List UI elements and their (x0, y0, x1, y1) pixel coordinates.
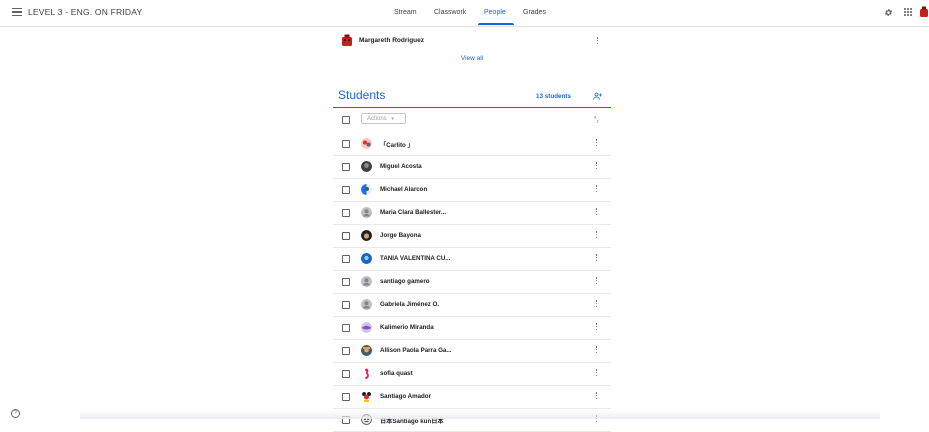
more-options-icon[interactable] (595, 208, 598, 217)
student-name: santiago gamero (380, 278, 430, 285)
student-avatar (361, 207, 372, 218)
gear-icon[interactable] (884, 8, 893, 17)
student-name: Michael Alarcon (380, 186, 428, 193)
student-list: 「Carlito 」 Miguel Acosta Michael Alarcon… (333, 133, 611, 432)
student-avatar (361, 322, 372, 333)
student-avatar (361, 345, 372, 356)
tab-classwork[interactable]: Classwork (434, 9, 466, 16)
student-row[interactable]: Michael Alarcon (333, 179, 611, 202)
student-row[interactable]: Kalimerio Miranda (333, 317, 611, 340)
more-options-icon[interactable] (595, 346, 598, 355)
student-checkbox[interactable] (342, 140, 350, 148)
more-options-icon[interactable] (595, 300, 598, 309)
help-icon[interactable]: ? (11, 409, 20, 418)
more-options-icon[interactable] (595, 162, 598, 171)
student-row[interactable]: TANIA VALENTINA CU... (333, 248, 611, 271)
student-checkbox[interactable] (342, 232, 350, 240)
student-avatar (362, 392, 371, 402)
student-checkbox[interactable] (342, 324, 350, 332)
actions-label: Actions (367, 116, 387, 122)
view-all-link[interactable]: View all (333, 55, 611, 62)
student-name: TANIA VALENTINA CU... (380, 255, 451, 262)
student-row[interactable]: santiago gamero (333, 271, 611, 294)
more-options-icon[interactable] (595, 139, 598, 148)
student-name: Allison Paola Parra Ga... (380, 347, 452, 354)
student-avatar (365, 368, 369, 379)
student-checkbox[interactable] (342, 347, 350, 355)
student-name: sofia quast (380, 370, 413, 377)
more-options-icon[interactable] (595, 392, 598, 401)
svg-text:Z: Z (597, 120, 600, 124)
student-name: 「Carlito 」 (380, 142, 414, 149)
tab-stream[interactable]: Stream (394, 9, 417, 16)
student-checkbox[interactable] (342, 370, 350, 378)
class-tabs: Stream Classwork People Grades (0, 0, 929, 26)
student-checkbox[interactable] (342, 278, 350, 286)
student-row[interactable]: Jorge Bayona (333, 225, 611, 248)
student-checkbox[interactable] (342, 163, 350, 171)
bottom-scroll-shadow (80, 410, 880, 419)
student-name: Kalimerio Miranda (380, 324, 434, 331)
more-options-icon[interactable] (595, 231, 598, 240)
more-options-icon[interactable] (595, 254, 598, 263)
student-avatar (361, 299, 372, 310)
students-heading: Students (338, 88, 386, 102)
student-checkbox[interactable] (342, 186, 350, 194)
invite-students-icon[interactable] (593, 92, 602, 100)
student-row[interactable]: Miguel Acosta (333, 156, 611, 179)
actions-toolbar: Actions ▾ A Z (333, 110, 611, 130)
student-count: 13 students (536, 93, 571, 100)
student-name: Jorge Bayona (380, 232, 421, 239)
tab-people[interactable]: People (484, 9, 506, 16)
teacher-row: Margareth Rodriguez (333, 30, 611, 52)
tab-grades[interactable]: Grades (523, 9, 546, 16)
teacher-name: Margareth Rodriguez (359, 37, 425, 44)
student-name: Maria Clara Ballester... (380, 209, 447, 216)
student-avatar (361, 138, 372, 149)
student-avatar (361, 253, 372, 264)
student-name: Santiago Amador (380, 393, 431, 400)
student-row[interactable]: Gabriela Jiménez O. (333, 294, 611, 317)
select-all-checkbox[interactable] (342, 116, 350, 124)
red-robot-avatar (342, 34, 352, 46)
top-app-bar: LEVEL 3 - ENG. ON FRIDAY Stream Classwor… (0, 0, 929, 27)
account-avatar-icon[interactable] (919, 6, 929, 18)
more-options-icon[interactable] (595, 277, 598, 286)
apps-grid-icon[interactable] (904, 8, 912, 16)
student-avatar (361, 276, 372, 287)
active-tab-indicator (478, 23, 514, 25)
more-options-icon[interactable] (595, 369, 598, 378)
student-row[interactable]: Allison Paola Parra Ga... (333, 340, 611, 363)
student-name: Gabriela Jiménez O. (380, 301, 440, 308)
student-checkbox[interactable] (342, 209, 350, 217)
student-avatar (361, 161, 372, 172)
actions-dropdown[interactable]: Actions ▾ (361, 113, 406, 124)
student-name: Miguel Acosta (380, 163, 422, 170)
dropdown-arrow-icon: ▾ (391, 116, 394, 122)
svg-text:A: A (594, 116, 597, 120)
student-avatar (361, 184, 372, 195)
student-checkbox[interactable] (342, 393, 350, 401)
more-options-icon[interactable] (595, 185, 598, 194)
student-checkbox[interactable] (342, 301, 350, 309)
students-header: Students 13 students (333, 80, 611, 108)
sort-az-icon[interactable]: A Z (594, 115, 601, 124)
student-checkbox[interactable] (342, 255, 350, 263)
student-row[interactable]: Maria Clara Ballester... (333, 202, 611, 225)
more-options-icon[interactable] (596, 37, 599, 46)
more-options-icon[interactable] (595, 323, 598, 332)
student-row[interactable]: 「Carlito 」 (333, 133, 611, 156)
student-row[interactable]: Santiago Amador (333, 386, 611, 409)
student-avatar (361, 230, 372, 241)
student-row[interactable]: sofia quast (333, 363, 611, 386)
